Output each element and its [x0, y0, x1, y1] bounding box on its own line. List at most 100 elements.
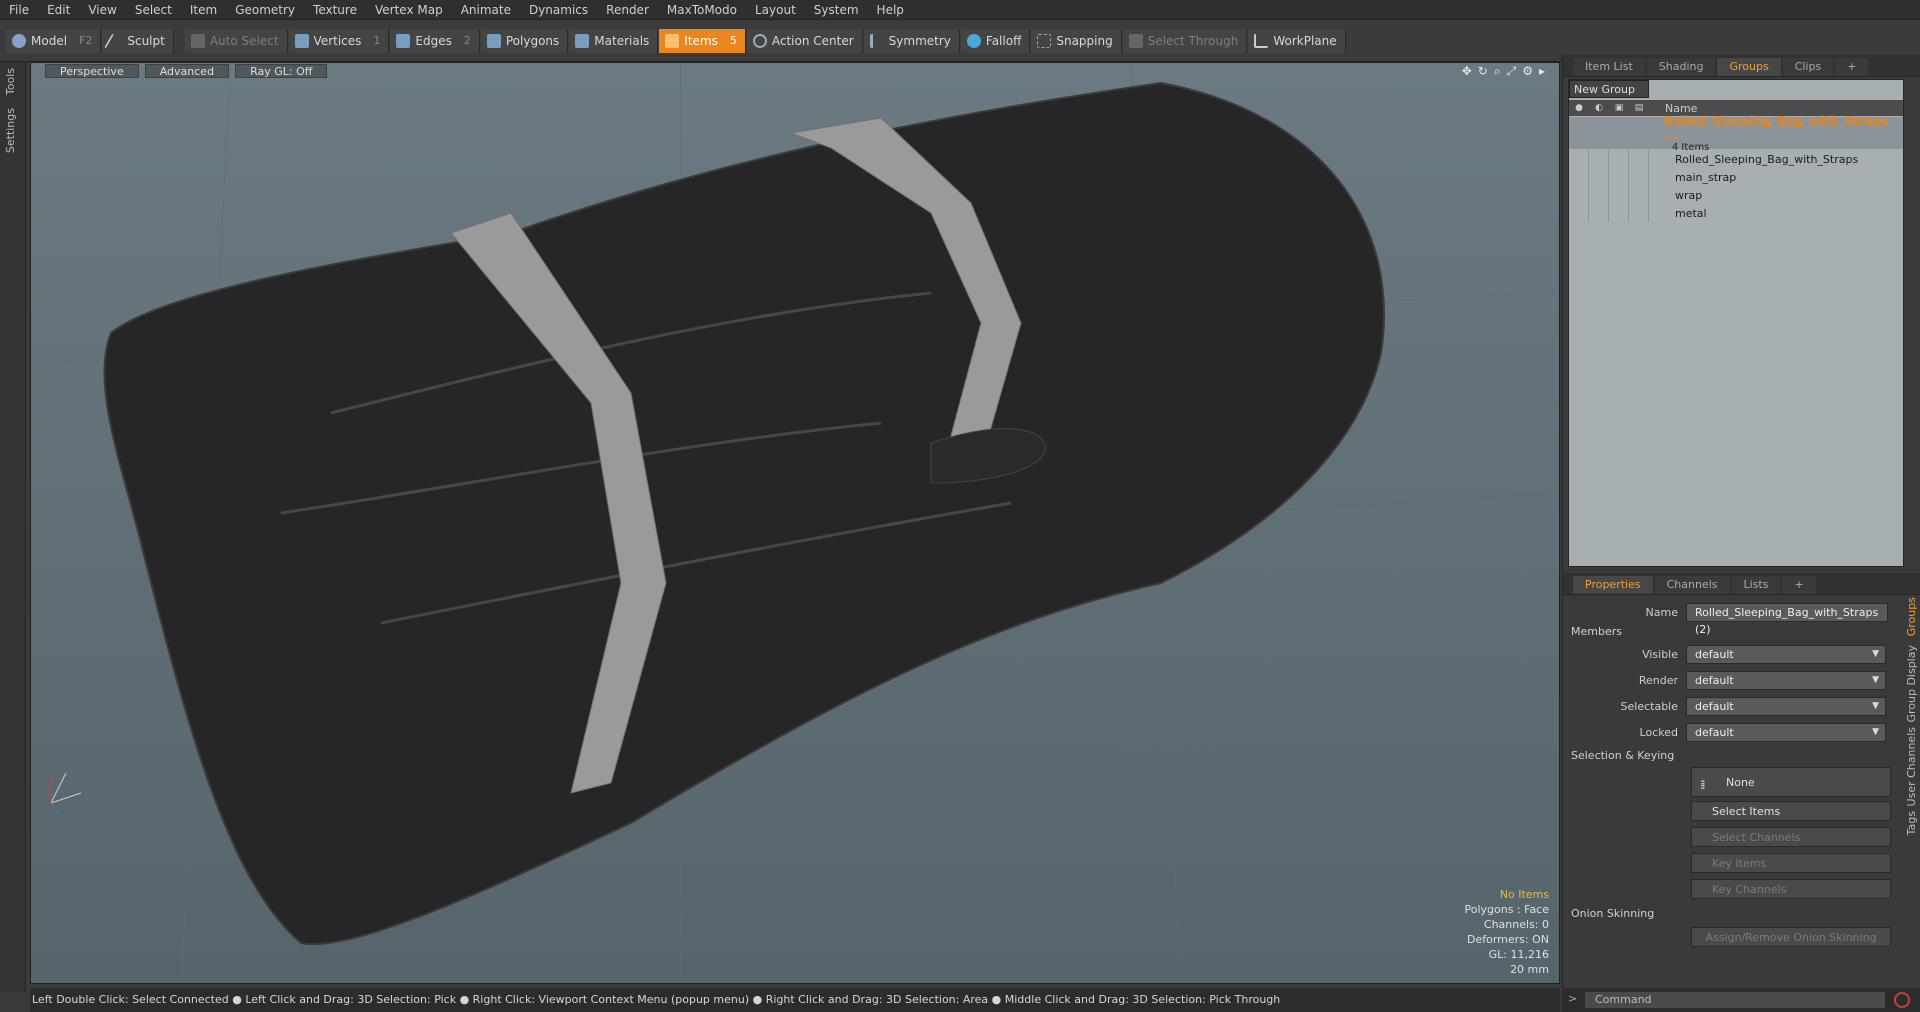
menu-item[interactable]: Item: [181, 0, 226, 20]
group-child-name: main_strap: [1675, 170, 1737, 184]
record-icon[interactable]: [1894, 992, 1910, 1008]
selectable-dropdown[interactable]: default ▼: [1686, 696, 1886, 716]
prop-tab-row: Properties Channels Lists +: [1563, 573, 1920, 595]
items-button[interactable]: Items 5: [659, 28, 746, 53]
menu-dynamics[interactable]: Dynamics: [520, 0, 597, 20]
menu-file[interactable]: File: [0, 0, 38, 20]
auto-select-button[interactable]: Auto Select: [184, 28, 288, 53]
menu-bar: File Edit View Select Item Geometry Text…: [0, 0, 1920, 20]
tab-groups[interactable]: Groups: [1717, 58, 1781, 76]
falloff-icon: [966, 33, 981, 48]
chevron-down-icon: ▼: [1872, 726, 1879, 737]
locked-label: Locked: [1639, 725, 1678, 739]
none-button[interactable]: ⁞⁞ None: [1691, 767, 1891, 797]
bag-body: [103, 81, 1386, 946]
locked-row: Locked default ▼: [1563, 721, 1920, 743]
menu-view[interactable]: View: [79, 0, 125, 20]
materials-button[interactable]: Materials: [569, 28, 659, 53]
new-group-button[interactable]: New Group: [1569, 80, 1649, 98]
locked-dropdown[interactable]: default ▼: [1686, 722, 1886, 742]
menu-layout[interactable]: Layout: [746, 0, 805, 20]
polygons-button[interactable]: Polygons: [480, 28, 569, 53]
selection-keying-section[interactable]: Selection & Keying: [1571, 749, 1674, 762]
viewport-info: No Items Polygons : Face Channels: 0 Def…: [1464, 887, 1549, 977]
symmetry-button[interactable]: Symmetry: [863, 28, 960, 53]
render-toggle[interactable]: [1589, 124, 1609, 142]
group-child-row[interactable]: Rolled_Sleeping_Bag_with_Straps: [1569, 150, 1903, 168]
menu-render[interactable]: Render: [597, 0, 658, 20]
chevron-down-icon: ▼: [1872, 648, 1879, 659]
tab-settings[interactable]: Settings: [4, 108, 17, 153]
menu-geometry[interactable]: Geometry: [226, 0, 304, 20]
groups-list: New Group ● ◐ ▣ ▤ Name Rolled_Sleeping_B…: [1568, 79, 1904, 567]
members-section[interactable]: Members: [1571, 625, 1622, 638]
snapping-button[interactable]: Snapping: [1031, 28, 1122, 53]
lock-toggle[interactable]: [1608, 124, 1629, 142]
items-icon: [665, 33, 680, 48]
group-child-row[interactable]: main_strap: [1569, 168, 1903, 186]
render-dropdown[interactable]: default ▼: [1686, 670, 1886, 690]
tab-lists[interactable]: Lists: [1731, 576, 1781, 594]
falloff-button[interactable]: Falloff: [960, 28, 1031, 53]
command-input[interactable]: Command: [1584, 991, 1886, 1009]
dots-icon: ⁞⁞: [1700, 778, 1705, 792]
menu-texture[interactable]: Texture: [304, 0, 366, 20]
select-through-icon: [1128, 33, 1143, 48]
tab-user-channels[interactable]: User Channels: [1905, 727, 1918, 806]
lock-icon: ▣: [1614, 103, 1624, 113]
left-side-tabs: Tools Settings: [0, 62, 26, 992]
snapping-icon: [1037, 33, 1052, 48]
select-toggle[interactable]: [1628, 124, 1648, 142]
3d-viewport[interactable]: Perspective Advanced Ray GL: Off ✥ ↻ ⌕ ⤢…: [30, 62, 1560, 984]
model-button[interactable]: Model F2: [6, 28, 102, 53]
menu-animate[interactable]: Animate: [452, 0, 520, 20]
group-root-row[interactable]: Rolled_Sleeping_Bag_with_Straps ... 4 It…: [1569, 114, 1903, 153]
menu-vertex-map[interactable]: Vertex Map: [366, 0, 452, 20]
tab-channels[interactable]: Channels: [1654, 576, 1730, 594]
tab-shading[interactable]: Shading: [1646, 58, 1716, 76]
tab-tools[interactable]: Tools: [4, 68, 17, 95]
select-through-button[interactable]: Select Through: [1122, 28, 1248, 53]
tab-group-display[interactable]: Group Display: [1905, 645, 1918, 723]
workplane-button[interactable]: WorkPlane: [1248, 28, 1346, 53]
tab-item-list[interactable]: Item List: [1573, 58, 1645, 76]
visibility-toggle[interactable]: [1569, 124, 1589, 142]
axis-gizmo: [50, 772, 82, 816]
select-items-button[interactable]: Select Items: [1691, 801, 1891, 821]
right-panel: Item List Shading Groups Clips + New Gro…: [1562, 55, 1920, 1012]
name-field[interactable]: Rolled_Sleeping_Bag_with_Straps (2): [1686, 602, 1888, 636]
visible-row: Visible default ▼: [1563, 643, 1920, 665]
group-child-row[interactable]: metal: [1569, 204, 1903, 222]
selection-info: No Items: [1499, 888, 1549, 901]
menu-select[interactable]: Select: [126, 0, 181, 20]
sculpt-button[interactable]: Sculpt: [102, 28, 174, 53]
select-channels-button[interactable]: Select Channels: [1691, 827, 1891, 847]
edges-button[interactable]: Edges 2: [390, 28, 480, 53]
auto-select-icon: [190, 33, 205, 48]
menu-maxtomodo[interactable]: MaxToModo: [658, 0, 746, 20]
deformers-info: Deformers: ON: [1467, 933, 1549, 946]
model-icon: [12, 33, 26, 48]
vertices-button[interactable]: Vertices 1: [288, 28, 390, 53]
onion-skinning-section[interactable]: Onion Skinning: [1571, 907, 1654, 920]
tab-clips[interactable]: Clips: [1782, 58, 1834, 76]
key-channels-button[interactable]: Key Channels: [1691, 879, 1891, 899]
key-items-button[interactable]: Key Items: [1691, 853, 1891, 873]
assign-onion-button[interactable]: Assign/Remove Onion Skinning: [1691, 927, 1891, 947]
command-bar: > Command: [1562, 988, 1920, 1012]
materials-icon: [575, 33, 590, 48]
action-center-button[interactable]: Action Center: [746, 28, 863, 53]
menu-edit[interactable]: Edit: [38, 0, 79, 20]
scale-info: 20 mm: [1510, 963, 1549, 976]
menu-help[interactable]: Help: [868, 0, 913, 20]
add-tab-icon[interactable]: +: [1835, 58, 1869, 76]
tab-properties[interactable]: Properties: [1573, 576, 1653, 594]
visible-dropdown[interactable]: default ▼: [1686, 644, 1886, 664]
group-child-row[interactable]: wrap: [1569, 186, 1903, 204]
add-prop-tab-icon[interactable]: +: [1782, 576, 1816, 594]
name-label: Name: [1645, 605, 1678, 619]
tab-tags[interactable]: Tags: [1905, 811, 1918, 835]
tab-groups-side[interactable]: Groups: [1905, 597, 1918, 636]
menu-system[interactable]: System: [805, 0, 868, 20]
symmetry-icon: [869, 33, 884, 48]
